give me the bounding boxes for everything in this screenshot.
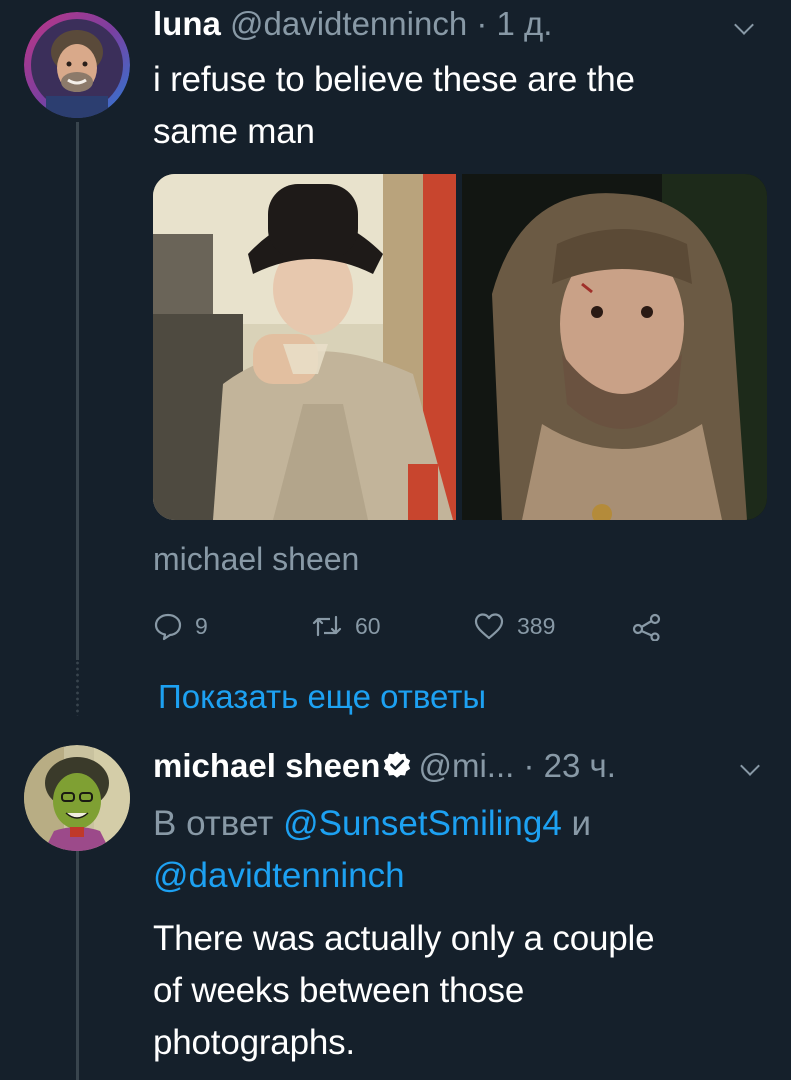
reply-count: 9 (195, 612, 208, 639)
tweet-text: i refuse to believe these are the same m… (153, 54, 635, 158)
handle[interactable]: @mi... (418, 747, 514, 784)
avatar[interactable] (24, 745, 130, 851)
handle[interactable]: @davidtenninch (230, 5, 467, 42)
tweet-text: There was actually only a couple of week… (153, 913, 655, 1069)
thread-line-top (76, 122, 79, 660)
tweet-text-line: There was actually only a couple (153, 919, 655, 958)
reply-prefix: В ответ (153, 804, 274, 843)
reply-button[interactable]: 9 (153, 604, 208, 648)
display-name[interactable]: luna (153, 5, 221, 42)
reply-icon (154, 613, 182, 641)
share-button[interactable] (631, 604, 675, 648)
tweet-text-line: i refuse to believe these are the (153, 60, 635, 99)
media-photo-left[interactable] (153, 174, 456, 520)
retweet-icon (312, 615, 342, 637)
tweet-header: luna @davidtenninch · 1 д. (153, 2, 552, 46)
timestamp[interactable]: 23 ч. (544, 747, 616, 784)
tweet-media[interactable] (153, 174, 767, 520)
separator: · (476, 5, 488, 42)
tweet-header: michael sheen @mi... · 23 ч. (153, 744, 616, 788)
chevron-down-icon[interactable] (740, 756, 760, 776)
mention-link[interactable]: @davidtenninch (153, 856, 405, 895)
thread-line-bottom (76, 850, 79, 1080)
tweet-text-line: same man (153, 112, 315, 151)
verified-badge-icon (384, 751, 411, 778)
heart-icon (474, 613, 504, 640)
reply-context: В ответ @SunsetSmiling4 и @davidtenninch (153, 798, 591, 902)
mention-link[interactable]: @SunsetSmiling4 (283, 804, 562, 843)
like-count: 389 (517, 612, 556, 639)
avatar[interactable] (24, 12, 130, 118)
timestamp[interactable]: 1 д. (497, 5, 553, 42)
tweet-text-line: of weeks between those (153, 971, 525, 1010)
retweet-count: 60 (355, 612, 381, 639)
separator: · (523, 747, 535, 784)
chevron-down-icon[interactable] (734, 15, 754, 35)
display-name[interactable]: michael sheen (153, 747, 380, 784)
tweet-text-line: photographs. (153, 1023, 355, 1062)
media-photo-right[interactable] (462, 174, 767, 520)
retweet-button[interactable]: 60 (311, 604, 381, 648)
show-more-replies-link[interactable]: Показать еще ответы (158, 674, 486, 720)
media-caption[interactable]: michael sheen (153, 537, 359, 581)
like-button[interactable]: 389 (473, 604, 555, 648)
reply-conjunction: и (571, 804, 592, 843)
tweet-actions: 9 60 389 (153, 604, 713, 648)
share-icon (632, 613, 661, 641)
thread-dots (76, 660, 79, 716)
